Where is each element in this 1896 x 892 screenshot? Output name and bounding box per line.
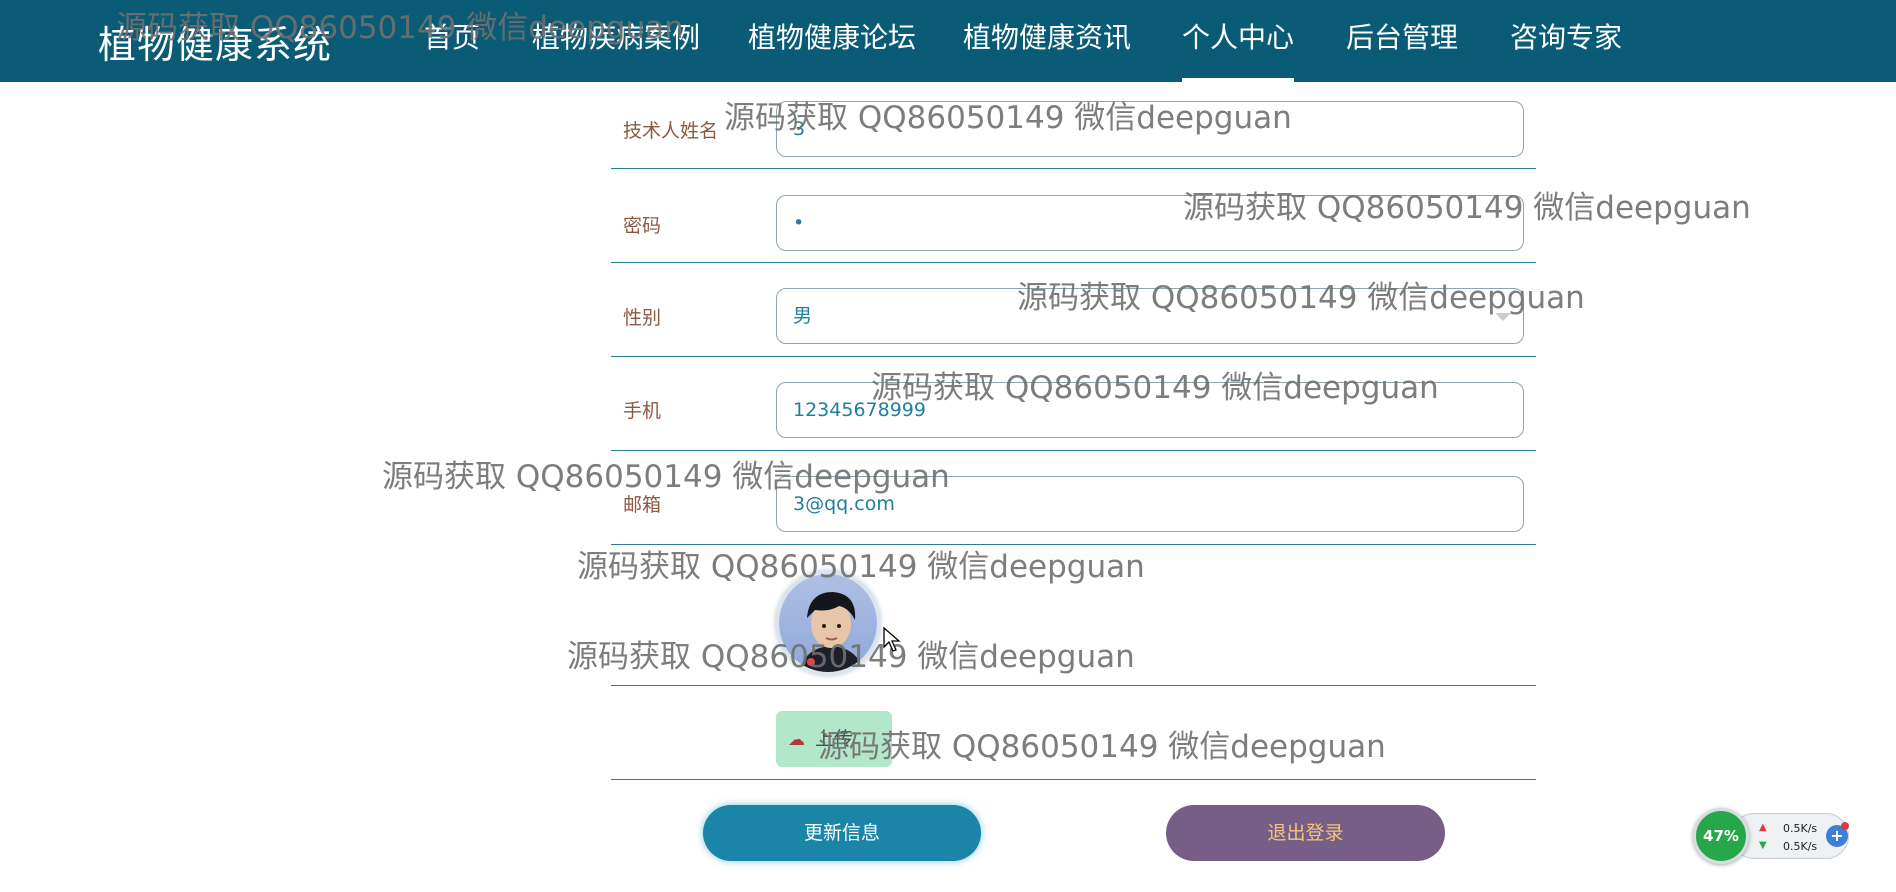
nav-consult-expert[interactable]: 咨询专家 [1510,0,1622,82]
download-arrow-icon: ▼ [1759,840,1767,851]
logout-button[interactable]: 退出登录 [1166,805,1445,861]
nav-disease-cases[interactable]: 植物疾病案例 [532,0,700,82]
email-input[interactable]: 3@qq.com [776,476,1524,532]
form-row-phone: 手机 12345678999 [611,357,1536,451]
usage-percent-badge: 47% [1693,808,1749,864]
password-input[interactable]: • [776,195,1524,251]
form-row-gender: 性别 男 [611,263,1536,357]
name-input[interactable]: 3 [776,101,1524,157]
notification-dot [1841,822,1849,830]
mouse-cursor-icon [883,627,901,652]
gender-selected-value: 男 [793,305,813,327]
nav-health-forum[interactable]: 植物健康论坛 [748,0,916,82]
form-row-avatar [611,545,1536,686]
upload-button[interactable]: ☁ 上传 [776,711,892,767]
nav-health-news[interactable]: 植物健康资讯 [963,0,1131,82]
form-row-email: 邮箱 3@qq.com [611,451,1536,545]
form-row-upload [611,686,1536,780]
upload-speed: 0.5K/s [1783,822,1818,835]
nav-admin[interactable]: 后台管理 [1346,0,1458,82]
name-label: 技术人姓名 [623,120,719,142]
nav-home[interactable]: 首页 [424,0,480,82]
network-speed-widget[interactable]: 47% ▲ 0.5K/s ▼ 0.5K/s + [1693,808,1853,864]
upload-label: 上传 [815,728,854,750]
phone-label: 手机 [623,400,662,422]
form-row-name: 技术人姓名 3 [611,82,1536,169]
nav-personal-center[interactable]: 个人中心 [1182,0,1295,82]
phone-input[interactable]: 12345678999 [776,382,1524,438]
cloud-upload-icon: ☁ [788,730,805,750]
form-row-password: 密码 • [611,169,1536,263]
password-label: 密码 [623,215,662,237]
download-speed: 0.5K/s [1783,840,1818,853]
upload-arrow-icon: ▲ [1759,822,1767,833]
gender-label: 性别 [623,307,662,329]
email-label: 邮箱 [623,494,662,516]
avatar [776,571,880,675]
chevron-down-icon [1495,313,1511,321]
site-brand[interactable]: 植物健康系统 [98,14,332,69]
update-info-button[interactable]: 更新信息 [703,805,981,861]
top-navigation-bar: 植物健康系统 首页 植物疾病案例 植物健康论坛 植物健康资讯 个人中心 后台管理… [0,0,1896,82]
gender-select[interactable]: 男 [776,288,1524,344]
